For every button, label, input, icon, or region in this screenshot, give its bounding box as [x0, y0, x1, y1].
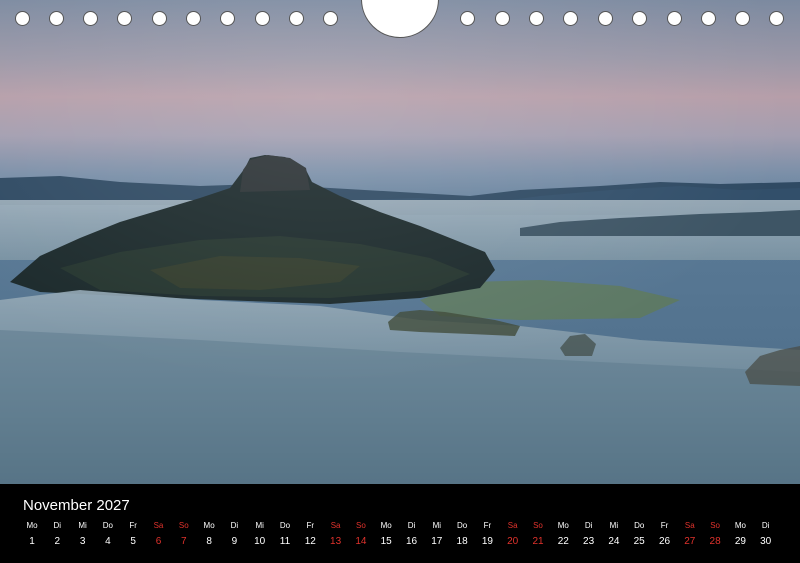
- day-number: 3: [79, 536, 86, 547]
- day-number: 18: [456, 536, 468, 547]
- day-number: 6: [155, 536, 162, 547]
- hanger-cutout: [361, 0, 439, 38]
- day-number: 7: [181, 536, 187, 547]
- weekday-label: Fr: [483, 521, 492, 530]
- day-number: 19: [481, 536, 493, 547]
- day-number: 29: [734, 536, 746, 547]
- binding-hole: [15, 11, 30, 26]
- weekday-label: Do: [634, 521, 645, 530]
- weekday-label: Do: [279, 521, 291, 530]
- day-number: 22: [557, 536, 569, 547]
- weekday-label: Mo: [26, 521, 38, 530]
- day-number: 23: [583, 536, 595, 547]
- binding-hole: [563, 11, 578, 26]
- binding-hole: [289, 11, 304, 26]
- weekday-label: Mi: [255, 521, 264, 530]
- day-number: 25: [633, 536, 645, 547]
- day-number: 17: [431, 536, 443, 547]
- binding-hole: [769, 11, 784, 26]
- weekday-label: Di: [230, 521, 239, 530]
- day-number: 14: [355, 536, 367, 547]
- binding-hole: [701, 11, 716, 26]
- binding-hole: [255, 11, 270, 26]
- weekday-label: Fr: [660, 521, 669, 530]
- binding-holes: [0, 0, 800, 40]
- weekday-label: Fr: [306, 521, 315, 530]
- weekday-label: Mo: [734, 521, 746, 530]
- weekday-label: Mo: [380, 521, 392, 530]
- weekday-label: Mi: [432, 521, 442, 530]
- weekday-label: Mi: [609, 521, 619, 530]
- weekday-label: Di: [584, 521, 593, 530]
- day-number: 20: [507, 536, 519, 547]
- binding-hole: [598, 11, 613, 26]
- day-number: 8: [206, 536, 212, 547]
- weekday-label: So: [710, 521, 720, 530]
- weekday-label: Mo: [203, 521, 215, 530]
- calendar-page: November 2027 Mo 1 Di 2 Mi 3 Do 4 Fr 5 Sa 6 So 7 Mo 8 Di…: [0, 0, 800, 563]
- binding-hole: [529, 11, 544, 26]
- month-title: November 2027: [23, 497, 130, 514]
- weekday-label: Do: [102, 521, 113, 530]
- calendar-strip: November 2027 Mo 1 Di 2 Mi 3 Do 4 Fr 5 Sa 6 So 7 Mo 8 Di…: [0, 484, 800, 563]
- weekday-label: Sa: [330, 521, 341, 530]
- weekday-label: Di: [761, 521, 770, 530]
- day-number: 15: [380, 536, 392, 547]
- binding-hole: [460, 11, 475, 26]
- weekday-label: Di: [407, 521, 416, 530]
- weekday-label: Fr: [129, 521, 137, 530]
- weekday-label: Sa: [507, 521, 518, 530]
- weekday-label: So: [178, 521, 189, 530]
- day-number: 28: [709, 536, 721, 547]
- day-number: 26: [658, 536, 671, 547]
- binding-hole: [323, 11, 338, 26]
- binding-hole: [186, 11, 201, 26]
- landscape-photo: [0, 0, 800, 484]
- day-number: 5: [130, 536, 136, 547]
- weekday-label: Do: [456, 521, 468, 530]
- weekday-label: So: [355, 521, 366, 530]
- day-number: 11: [279, 536, 291, 547]
- binding-hole: [667, 11, 682, 26]
- binding-hole: [152, 11, 167, 26]
- day-number: 30: [760, 536, 772, 547]
- binding-hole: [117, 11, 132, 26]
- day-number: 16: [405, 536, 418, 547]
- binding-hole: [83, 11, 98, 26]
- day-number: 21: [532, 536, 544, 547]
- binding-hole: [49, 11, 64, 26]
- weekday-label: Sa: [153, 521, 164, 530]
- binding-hole: [495, 11, 510, 26]
- day-number: 2: [54, 536, 61, 547]
- weekday-label: Di: [53, 521, 62, 530]
- day-number: 24: [608, 536, 620, 547]
- weekday-label: Mi: [78, 521, 87, 530]
- day-number: 4: [105, 536, 111, 547]
- day-number: 27: [684, 536, 696, 547]
- binding-hole: [735, 11, 750, 26]
- weekday-label: So: [533, 521, 543, 530]
- weekday-label: Mo: [557, 521, 569, 530]
- day-number: 10: [254, 536, 266, 547]
- day-number: 1: [29, 536, 35, 547]
- binding-hole: [632, 11, 647, 26]
- day-number: 9: [231, 536, 238, 547]
- day-number: 12: [304, 536, 316, 547]
- weekday-label: Sa: [684, 521, 695, 530]
- binding-hole: [220, 11, 235, 26]
- day-number: 13: [330, 536, 342, 547]
